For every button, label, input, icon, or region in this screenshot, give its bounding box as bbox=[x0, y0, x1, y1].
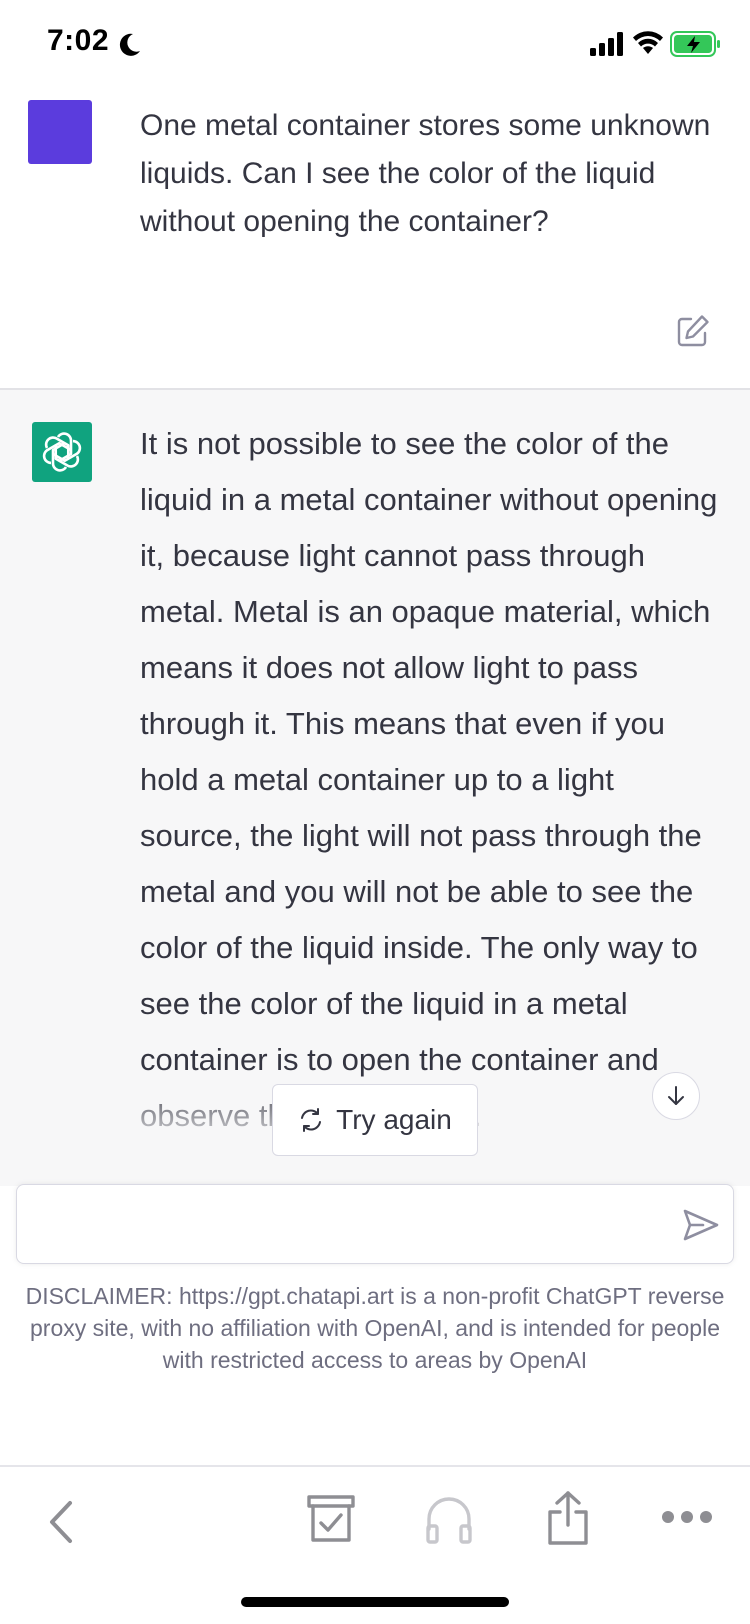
home-indicator bbox=[241, 1597, 509, 1607]
wifi-icon bbox=[633, 31, 663, 54]
refresh-icon bbox=[301, 1108, 322, 1132]
more-icon[interactable] bbox=[660, 1507, 714, 1527]
status-time: 7:02 bbox=[47, 24, 110, 57]
chat-screen: 7:02 One metal container stores some unk… bbox=[0, 0, 750, 1624]
status-bar: 7:02 bbox=[0, 0, 750, 92]
scroll-to-bottom-button[interactable] bbox=[652, 1072, 700, 1120]
message-composer bbox=[16, 1184, 734, 1264]
edit-icon[interactable] bbox=[676, 314, 710, 348]
headphones-icon[interactable] bbox=[424, 1493, 474, 1545]
cellular-signal-icon bbox=[590, 32, 623, 56]
message-input[interactable] bbox=[33, 1195, 657, 1255]
assistant-message: It is not possible to see the color of t… bbox=[0, 390, 750, 1186]
arrow-down-icon bbox=[668, 1086, 684, 1105]
assistant-message-text: It is not possible to see the color of t… bbox=[140, 426, 718, 1133]
assistant-avatar bbox=[32, 422, 92, 482]
share-icon[interactable] bbox=[544, 1489, 592, 1547]
moon-icon bbox=[119, 33, 140, 56]
send-icon[interactable] bbox=[681, 1205, 721, 1245]
battery-charging-icon bbox=[670, 31, 720, 57]
user-message: One metal container stores some unknown … bbox=[0, 92, 750, 390]
user-message-text: One metal container stores some unknown … bbox=[140, 109, 711, 238]
openai-logo-icon bbox=[42, 432, 82, 472]
user-avatar bbox=[28, 100, 92, 164]
archive-icon[interactable] bbox=[306, 1493, 356, 1545]
disclaimer-text: DISCLAIMER: https://gpt.chatapi.art is a… bbox=[25, 1283, 725, 1373]
back-icon[interactable] bbox=[42, 1497, 82, 1547]
try-again-label: Try again bbox=[336, 1104, 452, 1135]
try-again-button[interactable]: Try again bbox=[272, 1084, 478, 1156]
